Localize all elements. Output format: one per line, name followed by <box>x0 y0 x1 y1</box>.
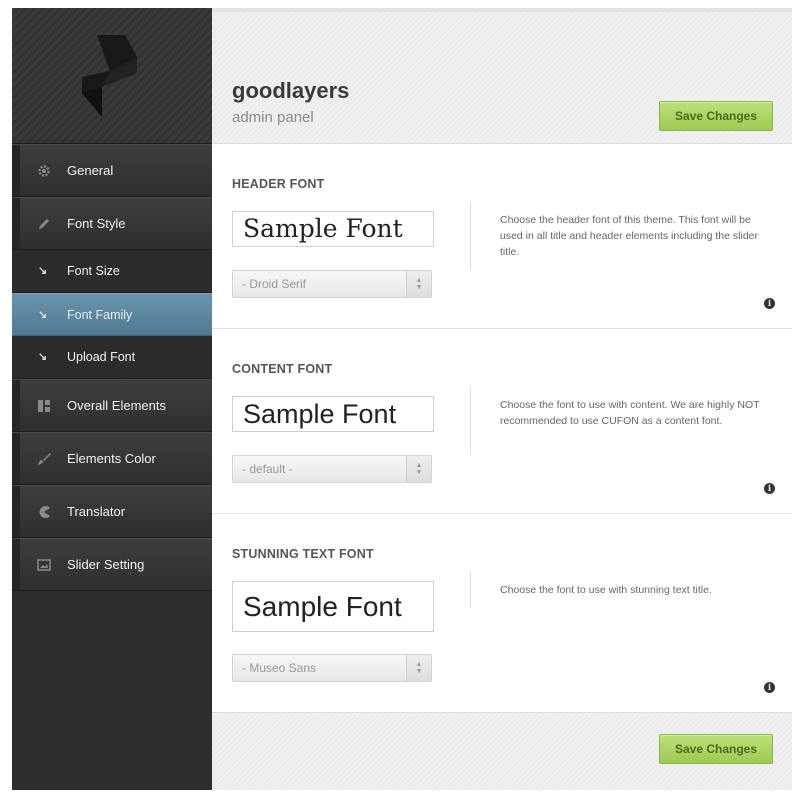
arrow-down-right-icon: ↘ <box>38 308 48 321</box>
sidebar-item-overall-elements[interactable]: Overall Elements <box>12 379 212 432</box>
brand-title: goodlayers <box>232 78 350 103</box>
font-select[interactable]: - Droid Serif ▲ ▼ <box>232 270 432 298</box>
info-icon[interactable]: i <box>764 298 775 309</box>
sidebar-item-label: Overall Elements <box>67 398 166 413</box>
header-font-section: HEADER FONT Sample Font - Droid Serif ▲ ▼… <box>212 144 792 329</box>
sidebar-item-label: Translator <box>67 504 126 519</box>
sidebar-item-label: Elements Color <box>67 451 156 466</box>
page-footer: Save Changes <box>212 712 792 790</box>
info-icon[interactable]: i <box>764 682 775 693</box>
sidebar-item-label: Font Family <box>67 307 133 322</box>
sidebar-item-label: General <box>67 163 114 178</box>
arrow-down-right-icon: ↘ <box>38 265 48 277</box>
pencil-icon <box>36 216 52 232</box>
font-sample-preview: Sample Font <box>232 211 434 247</box>
select-value: - Droid Serif <box>242 277 307 291</box>
select-value: - default - <box>242 462 293 476</box>
sidebar-nav: General Font Style ↘ Font Size ↘ Font Fa… <box>12 144 212 591</box>
font-sample-preview: Sample Font <box>232 581 434 632</box>
logo <box>12 8 212 144</box>
info-icon[interactable]: i <box>764 483 775 494</box>
sidebar-item-font-family[interactable]: ↘ Font Family <box>12 293 212 336</box>
sidebar-item-translator[interactable]: Translator <box>12 485 212 538</box>
section-title: HEADER FONT <box>232 177 325 191</box>
sidebar-item-label: Font Size <box>67 264 120 278</box>
sidebar-item-general[interactable]: General <box>12 144 212 197</box>
content-font-section: CONTENT FONT Sample Font - default - ▲ ▼ … <box>212 329 792 514</box>
pacman-icon <box>36 504 52 520</box>
font-select[interactable]: - default - ▲ ▼ <box>232 455 432 483</box>
save-button-bottom[interactable]: Save Changes <box>659 734 773 764</box>
page-header: goodlayers admin panel Save Changes <box>212 8 792 144</box>
divider <box>470 202 471 270</box>
arrow-down-right-icon: ↘ <box>38 351 48 363</box>
select-arrows-icon: ▲ ▼ <box>406 655 431 681</box>
sidebar-item-label: Font Style <box>67 216 126 231</box>
divider <box>470 387 471 455</box>
brand-subtitle: admin panel <box>232 109 314 126</box>
image-icon <box>36 557 52 573</box>
sidebar-item-upload-font[interactable]: ↘ Upload Font <box>12 336 212 379</box>
sidebar-item-label: Slider Setting <box>67 557 145 572</box>
stunning-text-font-section: STUNNING TEXT FONT Sample Font - Museo S… <box>212 514 792 712</box>
layout-icon <box>36 398 52 414</box>
section-description: Choose the font to use with content. We … <box>500 399 760 427</box>
select-value: - Museo Sans <box>242 661 317 675</box>
select-arrows-icon: ▲ ▼ <box>406 271 431 297</box>
font-select[interactable]: - Museo Sans ▲ ▼ <box>232 654 432 682</box>
goodlayers-logo-icon <box>82 34 137 117</box>
sidebar: General Font Style ↘ Font Size ↘ Font Fa… <box>12 8 212 790</box>
gear-icon <box>36 163 52 179</box>
save-button-top[interactable]: Save Changes <box>659 101 773 131</box>
font-settings: HEADER FONT Sample Font - Droid Serif ▲ ▼… <box>212 144 792 712</box>
brush-icon <box>36 451 52 467</box>
font-sample-preview: Sample Font <box>232 396 434 432</box>
sidebar-item-slider-setting[interactable]: Slider Setting <box>12 538 212 591</box>
sidebar-item-label: Upload Font <box>67 350 136 364</box>
divider <box>470 572 471 608</box>
section-description: Choose the header font of this theme. Th… <box>500 214 758 258</box>
section-description: Choose the font to use with stunning tex… <box>500 584 712 596</box>
sidebar-item-elements-color[interactable]: Elements Color <box>12 432 212 485</box>
section-title: STUNNING TEXT FONT <box>232 547 374 561</box>
section-title: CONTENT FONT <box>232 362 333 376</box>
sidebar-item-font-style[interactable]: Font Style <box>12 197 212 250</box>
select-arrows-icon: ▲ ▼ <box>406 456 431 482</box>
sidebar-item-font-size[interactable]: ↘ Font Size <box>12 250 212 293</box>
